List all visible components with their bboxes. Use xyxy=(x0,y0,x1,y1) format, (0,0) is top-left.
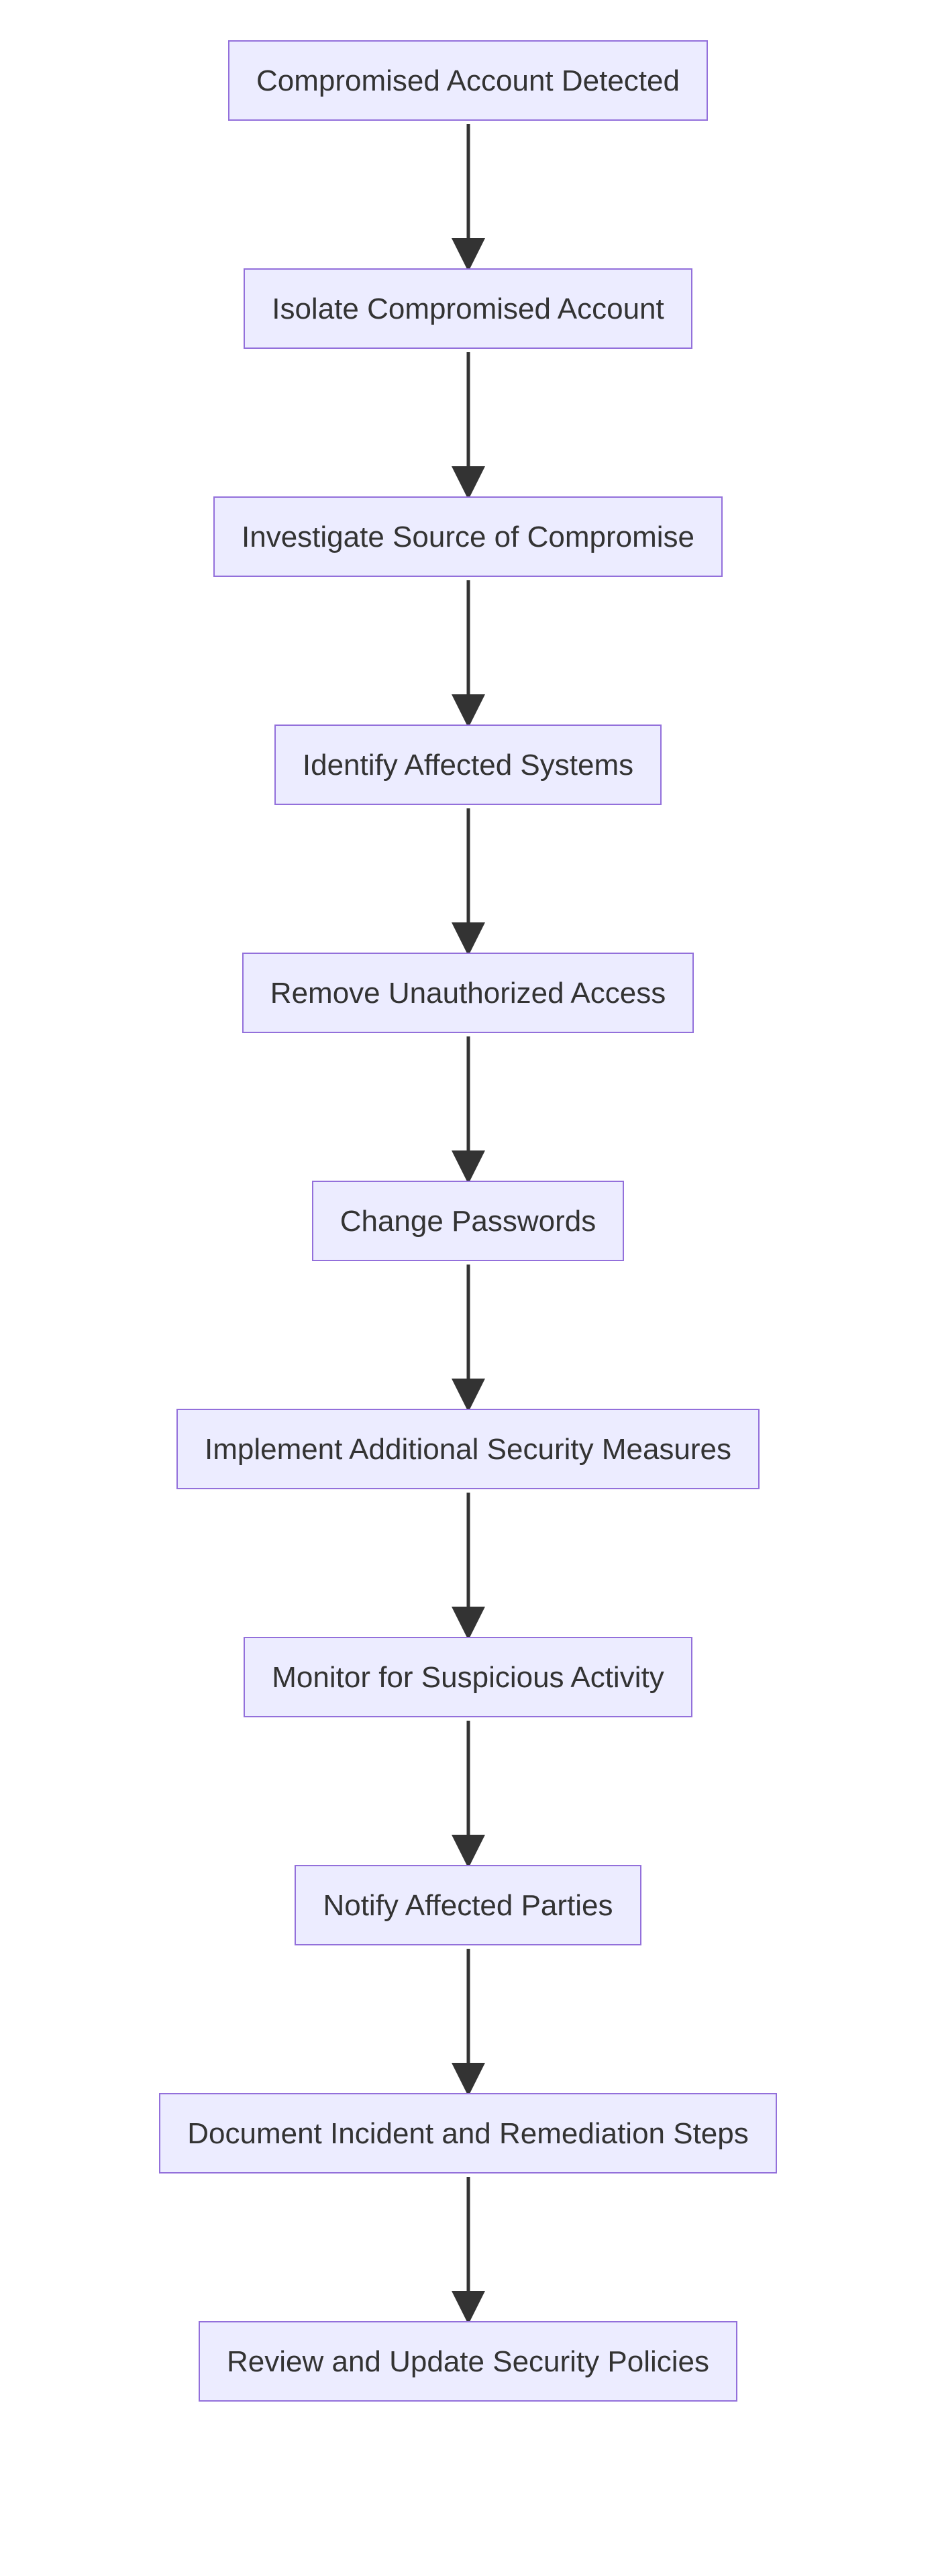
node-compromised-account-detected: Compromised Account Detected xyxy=(228,40,708,121)
edge-arrow xyxy=(0,1489,936,1637)
edge-arrow xyxy=(0,2174,936,2321)
edge-arrow xyxy=(0,805,936,953)
node-notify-affected-parties: Notify Affected Parties xyxy=(295,1865,641,1945)
node-document-incident: Document Incident and Remediation Steps xyxy=(159,2093,777,2174)
node-change-passwords: Change Passwords xyxy=(312,1181,625,1261)
edge-arrow xyxy=(0,349,936,496)
node-review-update-policies: Review and Update Security Policies xyxy=(199,2321,737,2402)
edge-arrow xyxy=(0,1261,936,1409)
node-identify-affected-systems: Identify Affected Systems xyxy=(274,724,662,805)
edge-arrow xyxy=(0,1945,936,2093)
node-remove-unauthorized-access: Remove Unauthorized Access xyxy=(242,953,694,1033)
node-investigate-source: Investigate Source of Compromise xyxy=(213,496,723,577)
edge-arrow xyxy=(0,1033,936,1181)
flowchart-stage: Compromised Account Detected Isolate Com… xyxy=(0,0,936,2442)
node-isolate-compromised-account: Isolate Compromised Account xyxy=(244,268,692,349)
node-monitor-suspicious-activity: Monitor for Suspicious Activity xyxy=(244,1637,692,1717)
node-implement-additional-security: Implement Additional Security Measures xyxy=(176,1409,760,1489)
edge-arrow xyxy=(0,577,936,724)
edge-arrow xyxy=(0,121,936,268)
edge-arrow xyxy=(0,1717,936,1865)
